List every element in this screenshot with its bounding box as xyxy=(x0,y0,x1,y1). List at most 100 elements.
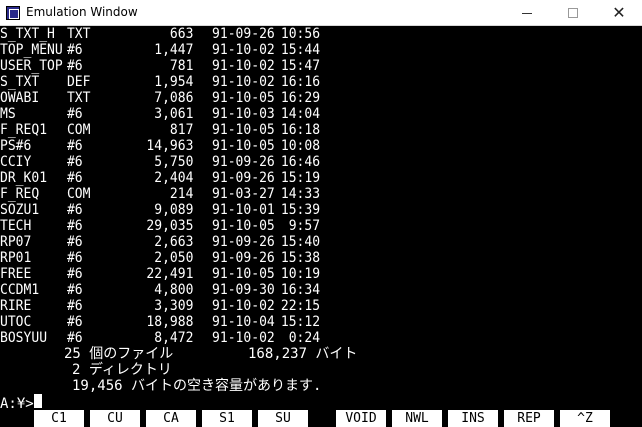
file-name: CCDM1 xyxy=(0,282,40,298)
close-button[interactable]: ✕ xyxy=(596,0,642,26)
file-size: 663 xyxy=(169,26,194,42)
file-date: 91-10-02 xyxy=(212,58,275,74)
file-name: RP07 xyxy=(0,234,32,250)
file-size: 29,035 xyxy=(146,218,194,234)
file-size: 14,963 xyxy=(146,138,194,154)
file-ext: DEF xyxy=(66,74,91,90)
maximize-icon xyxy=(568,8,578,18)
file-ext: #6 xyxy=(66,282,83,298)
close-icon: ✕ xyxy=(612,3,626,22)
file-size: 2,404 xyxy=(154,170,194,186)
file-name: S_TXT xyxy=(0,74,40,90)
file-time: 9:57 xyxy=(280,218,321,234)
file-time: 14:04 xyxy=(280,106,321,122)
file-ext: #6 xyxy=(66,250,83,266)
function-key-bar: C1 CU CA S1 SU VOID NWL INS REP ^Z xyxy=(0,408,642,427)
file-size: 8,472 xyxy=(154,330,194,346)
file-time: 10:08 xyxy=(280,138,321,154)
file-time: 10:19 xyxy=(280,266,321,282)
file-size: 1,447 xyxy=(154,42,194,58)
file-time: 15:40 xyxy=(280,234,321,250)
file-name: BOSYUU xyxy=(0,330,48,346)
file-time: 15:19 xyxy=(280,170,321,186)
dir-count-text: 2 ディレクトリ xyxy=(72,362,172,378)
file-ext: #6 xyxy=(66,330,83,346)
file-ext: #6 xyxy=(66,234,83,250)
file-count-text: 25 個のファイル xyxy=(64,346,174,362)
file-date: 91-10-01 xyxy=(212,202,275,218)
file-time: 16:29 xyxy=(280,90,321,106)
file-time: 15:39 xyxy=(280,202,321,218)
file-size: 4,800 xyxy=(154,282,194,298)
title-bar: Emulation Window ✕ xyxy=(0,0,642,26)
file-size: 781 xyxy=(169,58,194,74)
file-date: 91-09-26 xyxy=(212,250,275,266)
function-key-7[interactable]: NWL xyxy=(392,410,442,427)
text-cursor xyxy=(34,394,42,408)
file-name: MS xyxy=(0,106,16,122)
file-date: 91-09-26 xyxy=(212,234,275,250)
file-time: 16:16 xyxy=(280,74,321,90)
function-key-6[interactable]: VOID xyxy=(336,410,386,427)
file-date: 91-10-02 xyxy=(212,74,275,90)
file-date: 91-10-04 xyxy=(212,314,275,330)
function-key-10[interactable]: ^Z xyxy=(560,410,610,427)
file-name: CCIY xyxy=(0,154,32,170)
file-time: 15:12 xyxy=(280,314,321,330)
file-ext: TXT xyxy=(66,90,91,106)
file-ext: COM xyxy=(66,122,91,138)
app-icon xyxy=(6,6,20,20)
file-ext: COM xyxy=(66,186,91,202)
file-date: 91-09-26 xyxy=(212,170,275,186)
file-bytes-text: 168,237 バイト xyxy=(248,346,358,362)
file-size: 5,750 xyxy=(154,154,194,170)
file-date: 91-10-03 xyxy=(212,106,275,122)
file-date: 91-10-02 xyxy=(212,298,275,314)
file-date: 91-09-26 xyxy=(212,154,275,170)
file-name: SOZU1 xyxy=(0,202,40,218)
file-ext: #6 xyxy=(66,58,83,74)
free-space-text: 19,456 バイトの空き容量があります. xyxy=(72,378,322,394)
file-size: 3,061 xyxy=(154,106,194,122)
file-size: 214 xyxy=(169,186,194,202)
file-date: 91-10-02 xyxy=(212,42,275,58)
file-ext: #6 xyxy=(66,138,83,154)
file-name: TOP_MENU xyxy=(0,42,63,58)
file-time: 16:34 xyxy=(280,282,321,298)
file-name: FREE xyxy=(0,266,32,282)
minimize-icon xyxy=(522,12,532,14)
function-key-2[interactable]: CU xyxy=(90,410,140,427)
file-name: RIRE xyxy=(0,298,32,314)
function-key-3[interactable]: CA xyxy=(146,410,196,427)
file-name: F_REQ xyxy=(0,186,40,202)
file-size: 7,086 xyxy=(154,90,194,106)
function-key-5[interactable]: SU xyxy=(258,410,308,427)
function-key-1[interactable]: C1 xyxy=(34,410,84,427)
function-key-8[interactable]: INS xyxy=(448,410,498,427)
maximize-button[interactable] xyxy=(550,0,596,26)
file-size: 3,309 xyxy=(154,298,194,314)
file-ext: #6 xyxy=(66,314,83,330)
file-ext: #6 xyxy=(66,106,83,122)
file-date: 91-09-26 xyxy=(212,26,275,42)
file-ext: #6 xyxy=(66,42,83,58)
file-size: 2,663 xyxy=(154,234,194,250)
file-time: 15:38 xyxy=(280,250,321,266)
file-size: 18,988 xyxy=(146,314,194,330)
minimize-button[interactable] xyxy=(504,0,550,26)
file-name: F_REQ1 xyxy=(0,122,48,138)
file-time: 22:15 xyxy=(280,298,321,314)
file-ext: #6 xyxy=(66,170,83,186)
file-name: UTOC xyxy=(0,314,32,330)
file-ext: #6 xyxy=(66,298,83,314)
file-name: S_TXT_H xyxy=(0,26,55,42)
file-ext: #6 xyxy=(66,202,83,218)
file-time: 0:24 xyxy=(280,330,321,346)
function-key-4[interactable]: S1 xyxy=(202,410,252,427)
file-time: 14:33 xyxy=(280,186,321,202)
function-key-9[interactable]: REP xyxy=(504,410,554,427)
file-ext: #6 xyxy=(66,218,83,234)
file-time: 15:47 xyxy=(280,58,321,74)
file-date: 91-10-05 xyxy=(212,138,275,154)
terminal-screen[interactable]: S_TXT_H TXT 663 91-09-26 10:56 TOP_MENU #6 1,44… xyxy=(0,26,642,412)
